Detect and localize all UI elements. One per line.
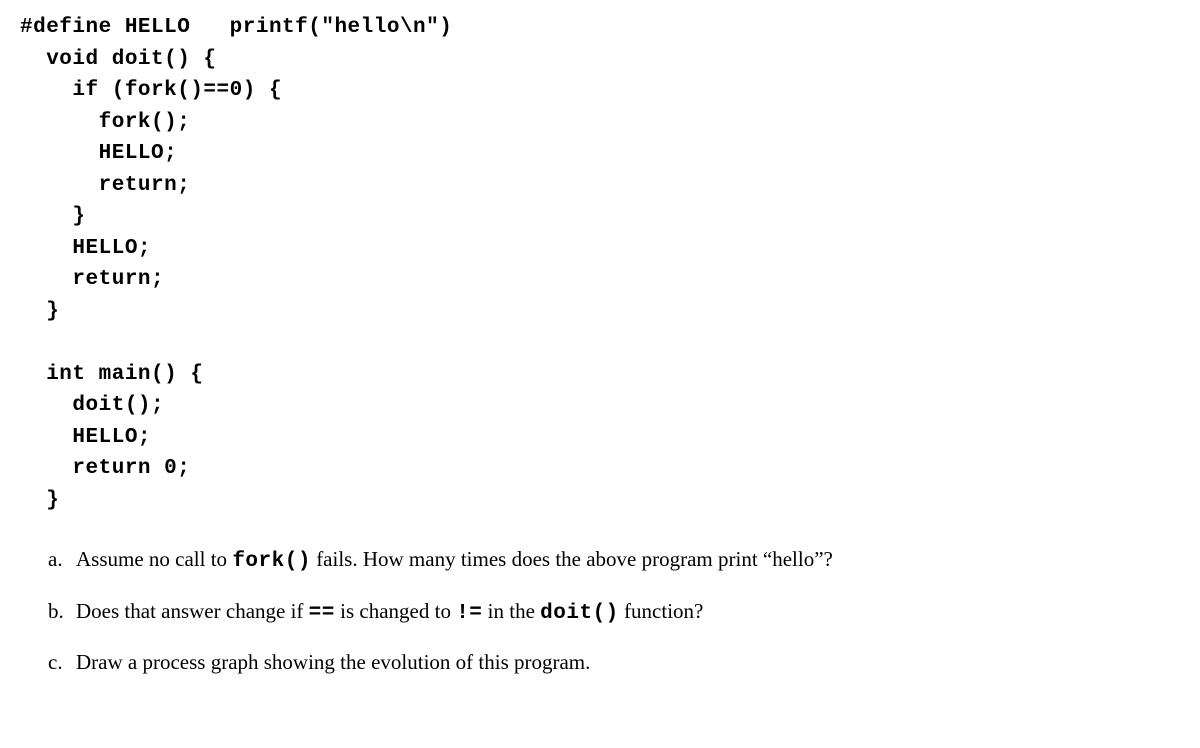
question-label: b. (48, 596, 76, 628)
question-text: Assume no call to fork() fails. How many… (76, 544, 1180, 578)
question-label: c. (48, 647, 76, 679)
code-line: return; (20, 268, 164, 291)
code-block: #define HELLO printf("hello\n") void doi… (20, 12, 1180, 516)
code-line: } (20, 205, 86, 228)
text-run: Does that answer change if (76, 599, 309, 623)
code-line: HELLO; (20, 237, 151, 260)
question-label: a. (48, 544, 76, 576)
code-line: return; (20, 174, 190, 197)
inline-code: doit() (540, 602, 619, 625)
code-line: } (20, 300, 59, 323)
question-b: b. Does that answer change if == is chan… (48, 596, 1180, 630)
text-run: is changed to (335, 599, 456, 623)
inline-code: == (309, 602, 335, 625)
text-run: Assume no call to (76, 547, 232, 571)
inline-code: fork() (232, 550, 311, 573)
code-line: fork(); (20, 111, 190, 134)
text-run: function? (619, 599, 704, 623)
code-line: void doit() { (20, 48, 217, 71)
code-line: doit(); (20, 394, 164, 417)
inline-code: != (456, 602, 482, 625)
text-run: in the (482, 599, 540, 623)
code-line: if (fork()==0) { (20, 79, 282, 102)
question-text: Draw a process graph showing the evoluti… (76, 647, 1180, 679)
code-line: HELLO; (20, 142, 177, 165)
code-line: HELLO; (20, 426, 151, 449)
code-line: int main() { (20, 363, 203, 386)
question-text: Does that answer change if == is changed… (76, 596, 1180, 630)
code-line: return 0; (20, 457, 190, 480)
question-a: a. Assume no call to fork() fails. How m… (48, 544, 1180, 578)
text-run: fails. How many times does the above pro… (311, 547, 833, 571)
code-line: } (20, 489, 59, 512)
code-line: #define HELLO printf("hello\n") (20, 16, 452, 39)
question-c: c. Draw a process graph showing the evol… (48, 647, 1180, 679)
questions-list: a. Assume no call to fork() fails. How m… (20, 544, 1180, 679)
